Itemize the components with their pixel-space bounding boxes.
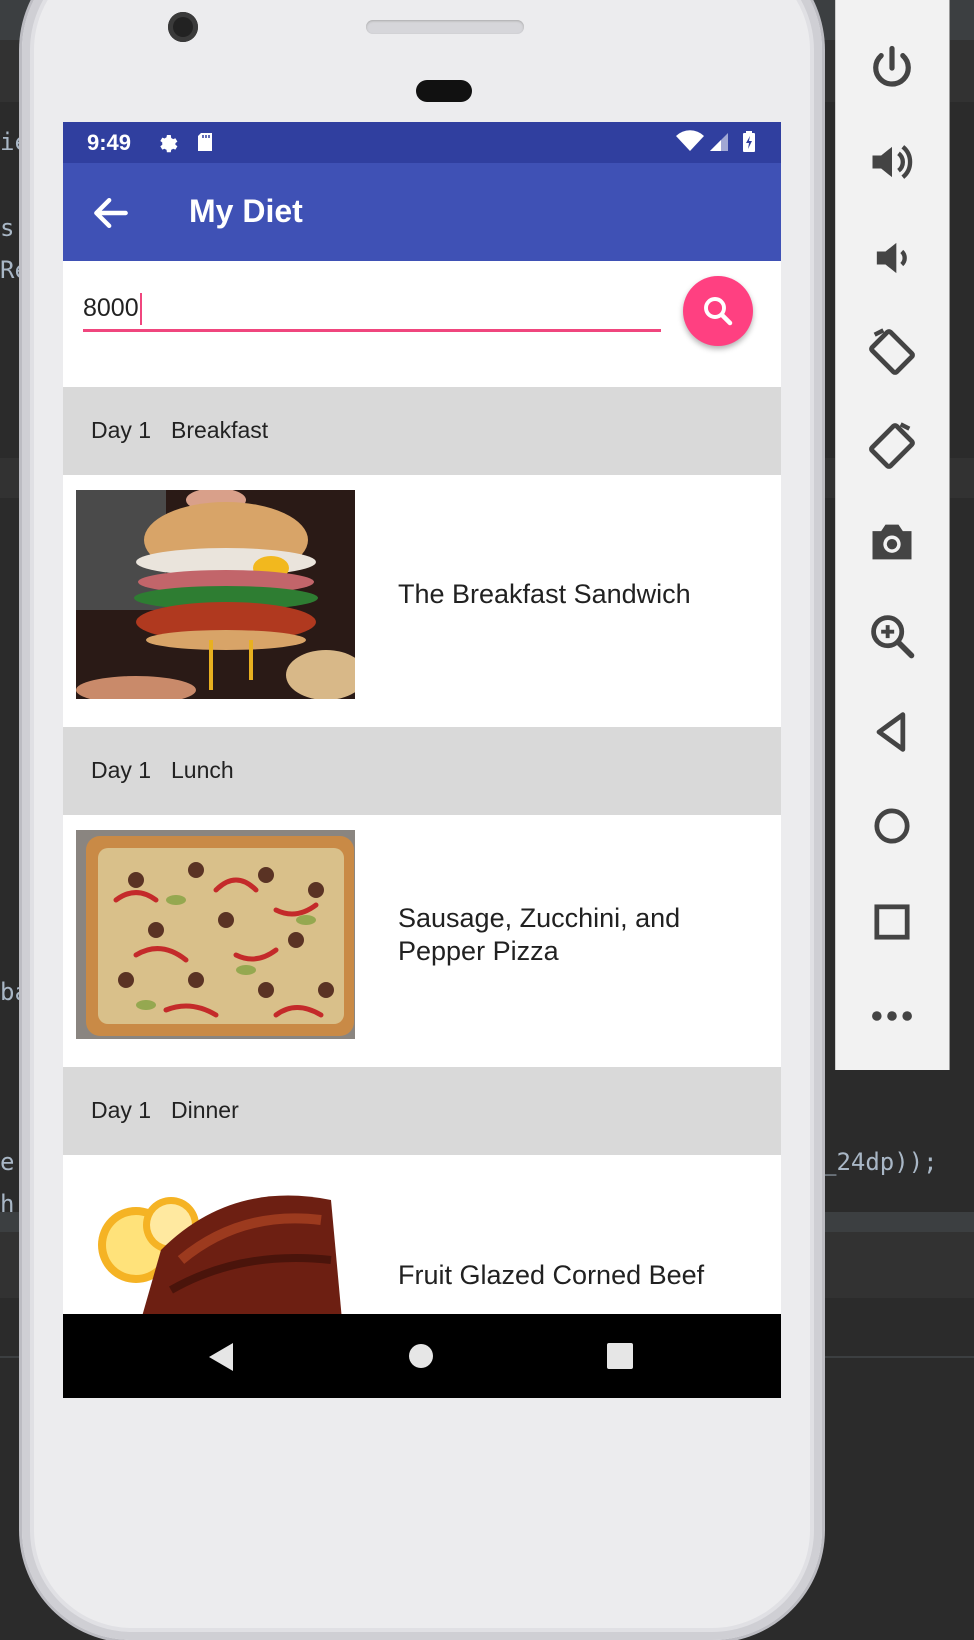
section-meal-label: Lunch xyxy=(171,757,234,783)
proximity-sensor xyxy=(416,80,472,102)
overview-icon[interactable] xyxy=(866,896,918,948)
home-icon[interactable] xyxy=(866,800,918,852)
section-day-label: Day 1 xyxy=(91,417,152,443)
back-icon[interactable] xyxy=(866,706,918,758)
section-header-dinner: Day 1 Dinner xyxy=(63,1067,781,1155)
meal-image-breakfast-sandwich xyxy=(76,490,355,699)
zoom-icon[interactable] xyxy=(866,610,918,662)
meal-name: Sausage, Zucchini, and Pepper Pizza xyxy=(398,903,681,966)
search-input[interactable] xyxy=(83,287,661,332)
settings-icon xyxy=(160,135,178,153)
volume-down-icon[interactable] xyxy=(866,232,918,284)
app-bar: My Diet xyxy=(63,163,781,261)
back-arrow-icon[interactable] xyxy=(89,191,133,235)
android-nav-bar xyxy=(63,1314,781,1398)
cell-signal-icon xyxy=(710,133,728,151)
meal-row[interactable]: Sausage, Zucchini, and Pepper Pizza xyxy=(63,815,781,1067)
rotate-left-icon[interactable] xyxy=(866,326,918,378)
search-icon xyxy=(704,297,733,326)
sd-card-icon xyxy=(198,133,212,151)
meal-image-pizza xyxy=(76,830,355,1039)
section-meal-label: Dinner xyxy=(171,1097,239,1123)
status-time: 9:49 xyxy=(87,130,132,155)
ide-code-line: h xyxy=(0,1190,15,1218)
page-title: My Diet xyxy=(189,193,303,229)
section-day-label: Day 1 xyxy=(91,1097,152,1123)
meal-row[interactable]: The Breakfast Sandwich xyxy=(63,475,781,727)
section-header-lunch: Day 1 Lunch xyxy=(63,727,781,815)
section-header-breakfast: Day 1 Breakfast xyxy=(63,387,781,475)
front-camera xyxy=(168,12,198,42)
camera-icon[interactable] xyxy=(866,516,918,568)
section-meal-label: Breakfast xyxy=(171,417,269,443)
meal-image-corned-beef xyxy=(91,1190,342,1320)
more-icon[interactable] xyxy=(866,990,918,1042)
device-screen: 9:49 My Diet 8000 Day 1 Breakfast The Br… xyxy=(63,122,781,1398)
search-button[interactable] xyxy=(683,276,753,346)
status-bar: 9:49 xyxy=(63,122,781,163)
search-area xyxy=(63,261,781,387)
volume-up-icon[interactable] xyxy=(866,136,918,188)
rotate-right-icon[interactable] xyxy=(866,420,918,472)
nav-back-icon[interactable] xyxy=(207,1342,235,1372)
nav-home-icon[interactable] xyxy=(408,1343,434,1369)
section-day-label: Day 1 xyxy=(91,757,152,783)
wifi-icon xyxy=(676,130,704,151)
earpiece-speaker xyxy=(366,20,524,34)
emulator-control-panel xyxy=(835,0,950,1070)
power-icon[interactable] xyxy=(866,42,918,94)
battery-icon xyxy=(743,131,755,152)
text-caret xyxy=(140,293,142,325)
nav-overview-icon[interactable] xyxy=(607,1343,633,1369)
ide-code-line: _24dp)); xyxy=(822,1148,938,1176)
meal-name: Fruit Glazed Corned Beef xyxy=(398,1260,705,1290)
meal-name: The Breakfast Sandwich xyxy=(398,579,691,609)
